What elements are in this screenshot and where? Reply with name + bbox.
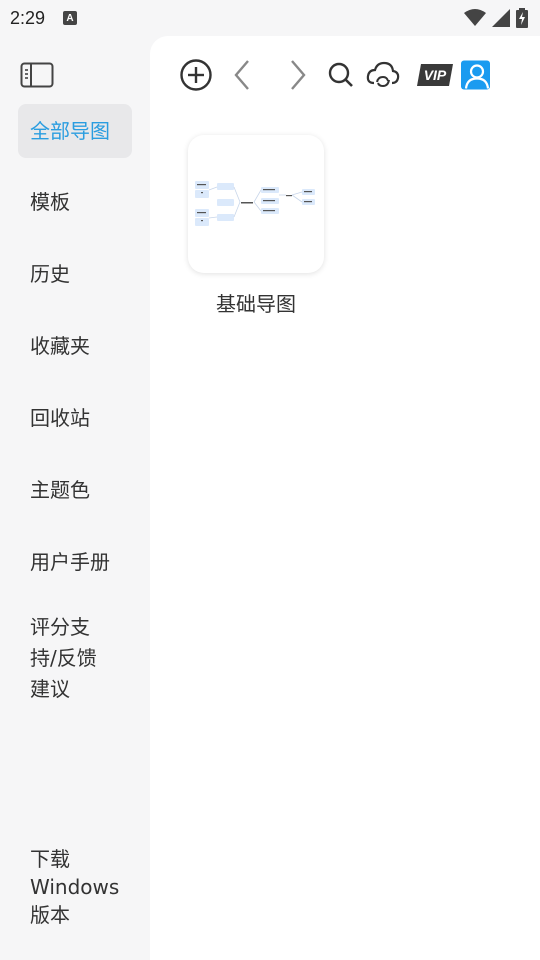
- add-icon[interactable]: [179, 58, 213, 92]
- forward-icon[interactable]: [288, 58, 308, 92]
- sidebar-item-theme-color[interactable]: 主题色: [18, 475, 132, 506]
- sidebar-item-label-line: 持/反馈: [30, 646, 97, 670]
- battery-icon: [516, 8, 528, 28]
- sidebar: 全部导图 模板 历史 收藏夹 回收站 主题色 用户手册 评分支 持/反馈 建议 …: [0, 36, 150, 960]
- vip-badge-bg-icon: VIP: [417, 64, 453, 86]
- sidebar-item-history[interactable]: 历史: [18, 259, 132, 290]
- sidebar-item-label: 主题色: [30, 478, 90, 502]
- status-icons: [464, 8, 528, 28]
- vip-badge[interactable]: VIP: [417, 58, 453, 92]
- sidebar-item-favorites[interactable]: 收藏夹: [18, 331, 132, 362]
- sidebar-item-label: 用户手册: [30, 550, 110, 574]
- sidebar-item-recycle-bin[interactable]: 回收站: [18, 403, 132, 434]
- vip-label: VIP: [424, 67, 447, 83]
- status-time: 2:29: [10, 7, 46, 28]
- sidebar-toggle-icon[interactable]: [20, 62, 54, 88]
- avatar-icon[interactable]: [461, 58, 490, 92]
- cloud-sync-icon[interactable]: [366, 58, 400, 92]
- sidebar-item-label: 模板: [30, 190, 70, 214]
- sidebar-item-label-line: 评分支: [30, 615, 90, 639]
- sidebar-item-label-line: 下载: [30, 847, 70, 871]
- sidebar-item-rate-feedback[interactable]: 评分支 持/反馈 建议: [18, 612, 132, 705]
- sidebar-item-label: 历史: [30, 262, 70, 286]
- mindmap-card-title[interactable]: 基础导图: [188, 288, 324, 317]
- back-icon[interactable]: [232, 58, 252, 92]
- sidebar-item-all-maps[interactable]: 全部导图: [18, 104, 132, 158]
- sidebar-item-label: 收藏夹: [30, 334, 90, 358]
- sidebar-item-label: 全部导图: [30, 118, 110, 143]
- sidebar-item-label-line: Windows: [30, 875, 120, 899]
- signal-icon: [492, 9, 510, 27]
- sidebar-item-label-line: 建议: [30, 677, 70, 701]
- mindmap-thumbnail: [195, 181, 315, 226]
- sidebar-item-templates[interactable]: 模板: [18, 187, 132, 218]
- search-icon[interactable]: [328, 58, 354, 92]
- status-bar: 2:29 A: [0, 0, 540, 36]
- sidebar-item-user-manual[interactable]: 用户手册: [18, 547, 132, 578]
- mindmap-card[interactable]: [188, 135, 324, 273]
- main-content: VIP 基础导图: [150, 36, 540, 960]
- notification-a-icon: A: [63, 11, 78, 25]
- wifi-icon: [464, 9, 486, 26]
- sidebar-item-label: 回收站: [30, 406, 90, 430]
- sidebar-item-download-windows[interactable]: 下载 Windows 版本: [18, 845, 132, 929]
- sidebar-item-label-line: 版本: [30, 903, 70, 927]
